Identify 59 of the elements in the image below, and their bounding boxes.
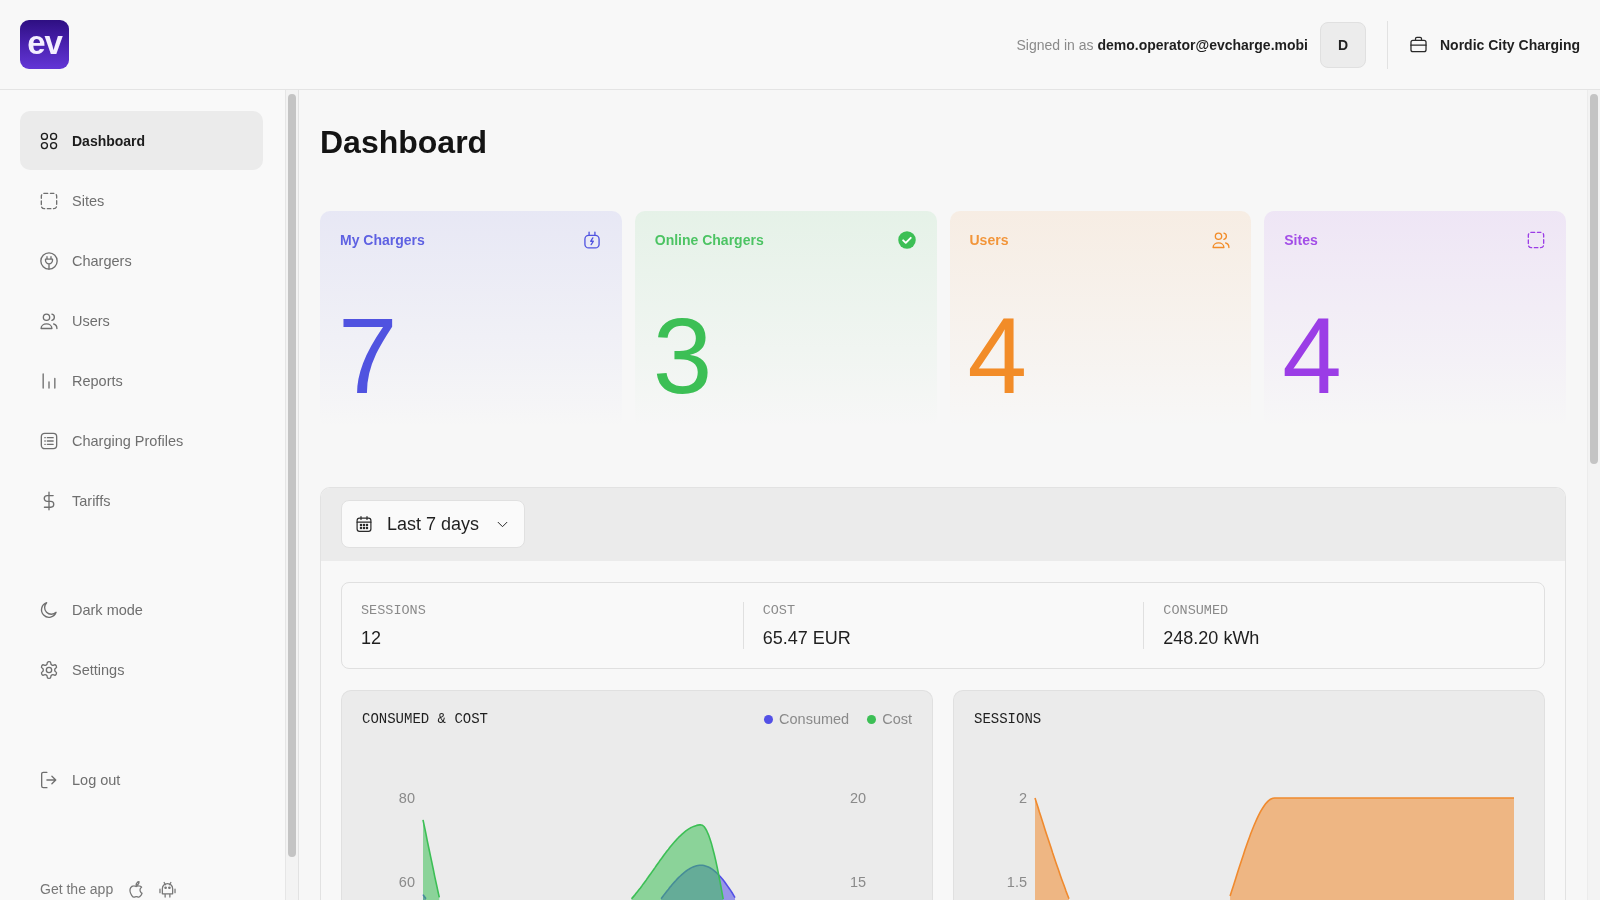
chart-title: SESSIONS [974,710,1042,729]
organization-button[interactable]: Nordic City Charging [1409,35,1580,54]
legend-label: Consumed [779,710,850,729]
users-icon [39,310,59,331]
dashed-square-icon [39,190,59,211]
users-icon [1211,230,1232,250]
axis-tick-label: 60 [398,874,415,890]
axis-tick-label: 2 [1018,790,1027,806]
nav-item[interactable]: Charging Profiles [20,411,263,470]
android-icon[interactable] [158,879,178,899]
axis-tick-label: 80 [398,790,415,806]
summary-value: 248.20 kWh [1163,627,1261,649]
stat-title: My Chargers [340,232,425,248]
stat-title: Users [969,232,1009,248]
summary-label: COST [762,602,797,620]
settings-icon [39,659,59,680]
summary-label: SESSIONS [361,602,427,620]
stat-value: 4 [967,303,1028,410]
logout-link[interactable]: Log out [20,750,263,809]
nav-item[interactable]: Reports [20,351,263,410]
nav-item[interactable]: Tariffs [20,471,263,530]
axis-tick-label: 1.5 [1006,874,1027,890]
stat-value: 3 [652,303,714,410]
stat-value: 7 [338,303,399,410]
signed-in-label: Signed in as [1016,36,1094,53]
grid-icon [39,130,59,151]
period-dropdown[interactable]: Last 7 days [341,500,525,548]
user-avatar-button[interactable]: D [1320,21,1366,68]
summary-label: CONSUMED [1163,602,1230,620]
dashed-square-icon [1526,230,1546,250]
legend-label: Cost [882,710,912,729]
stat-title: Sites [1284,232,1318,248]
list-icon [39,430,59,451]
nav-item[interactable]: Sites [20,171,263,230]
chart-title: CONSUMED & COST [362,710,489,729]
nav-item[interactable]: Settings [20,640,263,699]
plug-icon [39,250,59,271]
plug-bolt-icon [581,230,602,250]
app-logo[interactable]: ev [20,20,69,69]
log-out-icon [39,769,59,790]
scrollbar-thumb[interactable] [1590,94,1598,464]
get-app-label: Get the app [40,881,114,897]
calendar-icon [355,515,373,533]
nav-item[interactable]: Chargers [20,231,263,290]
summary-value: 12 [361,627,383,649]
scrollbar-thumb[interactable] [288,94,296,857]
nav-item[interactable]: Dark mode [20,580,263,639]
moon-icon [39,599,59,620]
nav-item[interactable]: Users [20,291,263,350]
stat-value: 4 [1282,303,1343,410]
axis-tick-label: 15 [850,874,867,890]
summary-value: 65.47 EUR [762,627,852,649]
user-email: demo.operator@evcharge.mobi [1097,36,1308,53]
page-title: Dashboard [320,123,489,162]
check-circle-icon [896,230,917,250]
nav-item[interactable]: Dashboard [20,111,263,170]
stat-title: Online Chargers [654,232,764,248]
briefcase-icon [1409,35,1428,54]
axis-tick-label: 20 [850,790,867,806]
